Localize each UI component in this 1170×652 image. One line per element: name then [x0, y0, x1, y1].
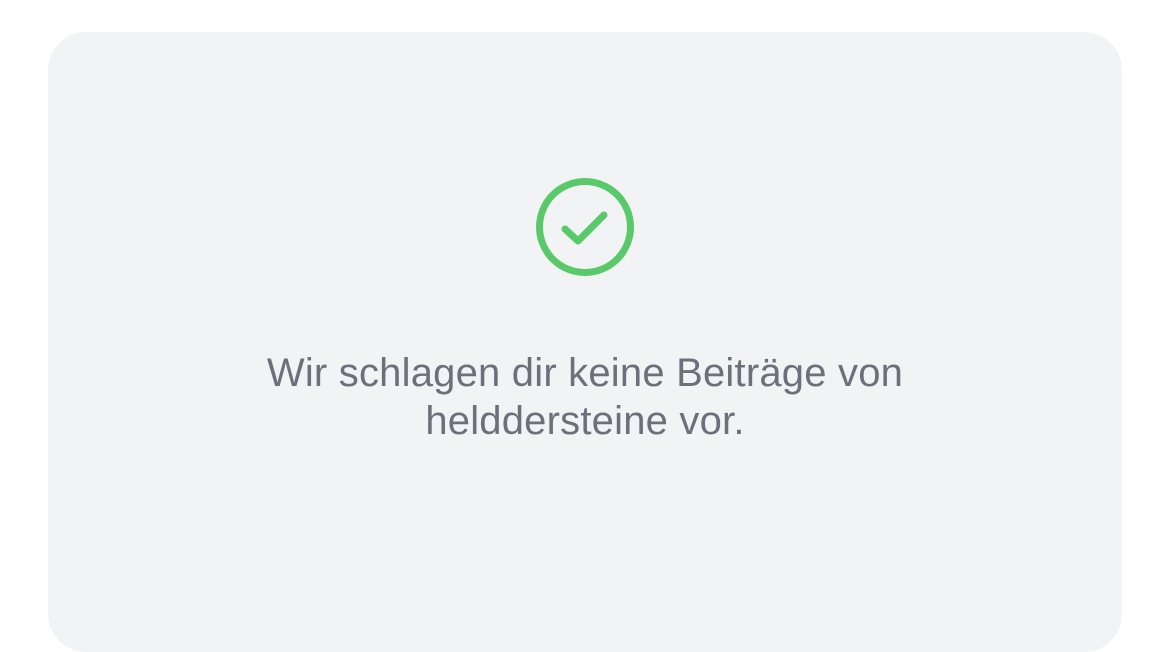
message-line-1: Wir schlagen dir keine Beiträge von [266, 351, 904, 395]
empty-state-card [48, 32, 1122, 652]
message-line-2: helddersteine vor. [425, 399, 745, 443]
check-circle-icon [534, 176, 636, 278]
empty-state-message: Wir schlagen dir keine Beiträge von held… [0, 349, 1170, 445]
